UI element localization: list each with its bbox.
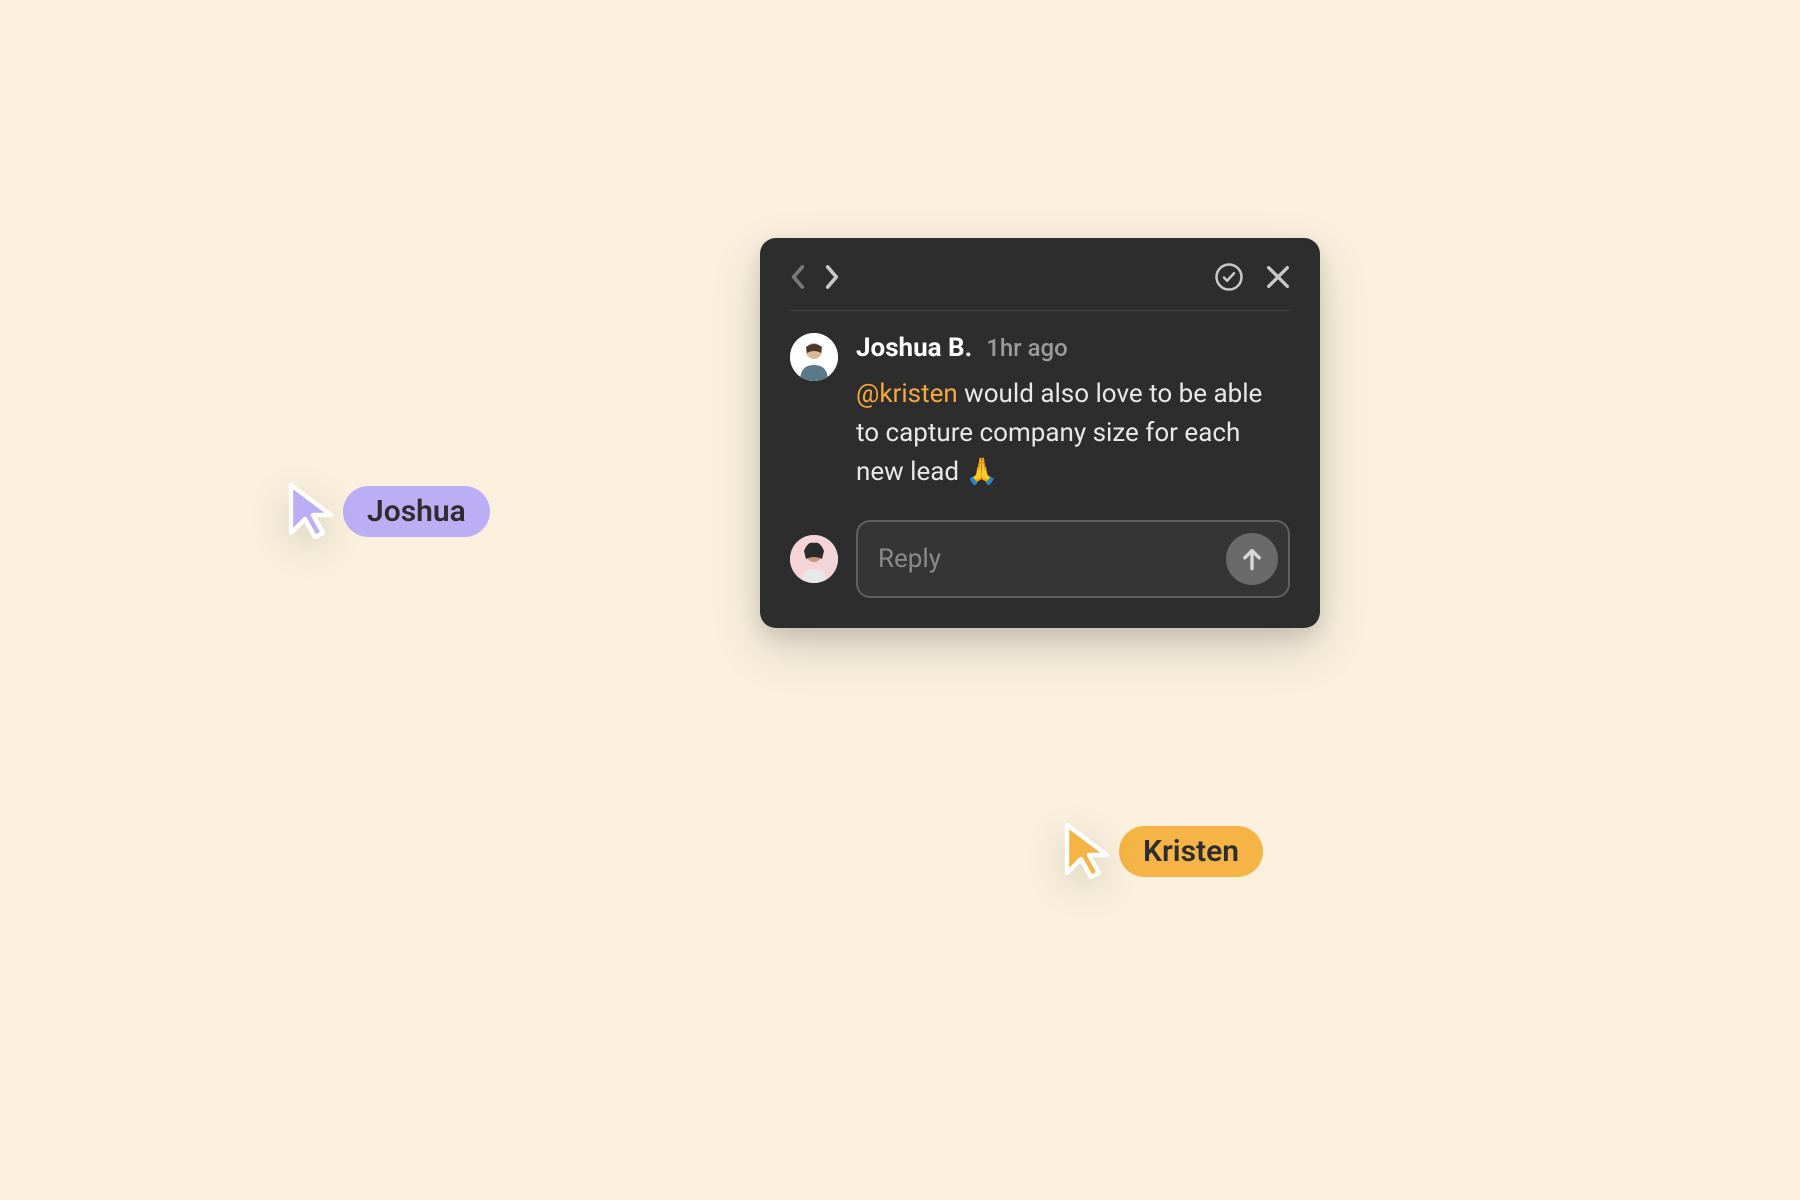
- arrow-up-icon: [1241, 547, 1263, 571]
- next-comment-button[interactable]: [824, 264, 840, 290]
- comment-text: @kristen would also love to be able to c…: [856, 375, 1290, 492]
- resolve-button[interactable]: [1214, 262, 1244, 292]
- cursor-icon: [1063, 821, 1111, 881]
- close-button[interactable]: [1266, 265, 1290, 289]
- cursor-icon: [287, 481, 335, 541]
- collaborator-cursor-joshua: Joshua: [287, 481, 490, 541]
- chevron-left-icon: [790, 264, 806, 290]
- timestamp: 1hr ago: [986, 334, 1068, 362]
- send-button[interactable]: [1226, 533, 1278, 585]
- collaborator-cursor-kristen: Kristen: [1063, 821, 1263, 881]
- reply-input-wrap[interactable]: [856, 520, 1290, 598]
- reply-row: [790, 520, 1290, 598]
- header-actions: [1214, 262, 1290, 292]
- author-name: Joshua B.: [856, 333, 972, 363]
- mention: @kristen: [856, 379, 958, 409]
- comment-content: Joshua B. 1hr ago @kristen would also lo…: [856, 333, 1290, 492]
- cursor-label: Joshua: [343, 486, 490, 537]
- comment-meta: Joshua B. 1hr ago: [856, 333, 1290, 363]
- comment-body: Joshua B. 1hr ago @kristen would also lo…: [790, 333, 1290, 492]
- prev-comment-button[interactable]: [790, 264, 806, 290]
- check-circle-icon: [1214, 262, 1244, 292]
- reply-avatar: [790, 535, 838, 583]
- reply-input[interactable]: [878, 544, 1226, 574]
- chevron-right-icon: [824, 264, 840, 290]
- cursor-label: Kristen: [1119, 826, 1263, 877]
- close-icon: [1266, 265, 1290, 289]
- author-avatar: [790, 333, 838, 381]
- nav-arrows: [790, 264, 840, 290]
- popup-header: [790, 262, 1290, 311]
- comment-popup: Joshua B. 1hr ago @kristen would also lo…: [760, 238, 1320, 628]
